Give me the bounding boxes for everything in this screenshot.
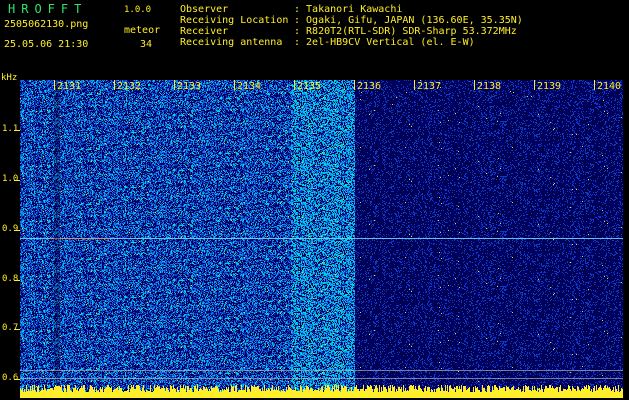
location-key: Receiving Location [180, 15, 289, 26]
observer-key: Observer [180, 4, 229, 15]
y-tick-mark [14, 379, 20, 380]
x-tick-mark [234, 80, 235, 90]
x-tick-label: 2138 [477, 81, 502, 92]
antenna-key: Receiving antenna [180, 37, 283, 48]
meteor-count: 34 [139, 39, 152, 50]
x-tick-label: 2137 [417, 81, 442, 92]
y-tick-mark [14, 230, 20, 231]
x-tick-mark [414, 80, 415, 90]
receiver-row: Receiver : R820T2(RTL-SDR) SDR-Sharp 53.… [180, 26, 523, 37]
spectrogram [20, 80, 623, 398]
x-tick-label: 2133 [177, 81, 202, 92]
x-tick-mark [54, 80, 55, 90]
x-tick-label: 2132 [117, 81, 142, 92]
y-tick-label: 0.6 [2, 373, 19, 383]
x-tick-mark [534, 80, 535, 90]
station-info: Observer : Takanori Kawachi Receiving Lo… [180, 4, 523, 48]
y-tick-label: 0.8 [2, 274, 19, 284]
antenna-row: Receiving antenna : 2el-HB9CV Vertical (… [180, 37, 523, 48]
y-axis-unit: kHz [1, 73, 18, 83]
location-value: : Ogaki, Gifu, JAPAN (136.60E, 35.35N) [294, 15, 523, 26]
x-tick-mark [354, 80, 355, 90]
location-row: Receiving Location : Ogaki, Gifu, JAPAN … [180, 15, 523, 26]
x-tick-label: 2131 [57, 81, 82, 92]
y-tick-mark [14, 329, 20, 330]
x-tick-label: 2134 [237, 81, 262, 92]
antenna-value: : 2el-HB9CV Vertical (el. E-W) [294, 37, 475, 48]
hrofft-window: HROFFT 1.0.0 2505062130.png 25.05.06 21:… [0, 0, 629, 400]
app-logo: HROFFT [8, 2, 88, 16]
app-version: 1.0.0 [124, 5, 152, 15]
x-tick-label: 2135 [297, 81, 322, 92]
y-tick-label: 1.0 [2, 174, 19, 184]
y-tick-label: 1.1 [2, 124, 19, 134]
x-tick-mark [174, 80, 175, 90]
observer-value: : Takanori Kawachi [294, 4, 403, 15]
image-timestamp: 25.05.06 21:30 [4, 39, 89, 50]
x-tick-mark [294, 80, 295, 90]
x-tick-label: 2136 [357, 81, 382, 92]
y-tick-mark [14, 180, 20, 181]
y-tick-label: 0.9 [2, 224, 19, 234]
y-tick-mark [14, 130, 20, 131]
spectrogram-canvas [20, 80, 623, 398]
x-tick-mark [594, 80, 595, 90]
y-tick-mark [14, 280, 20, 281]
x-tick-label: 2139 [537, 81, 562, 92]
image-filename: 2505062130.png [4, 19, 89, 30]
meteor-label: meteor [124, 25, 161, 36]
x-tick-mark [114, 80, 115, 90]
receiver-value: : R820T2(RTL-SDR) SDR-Sharp 53.372MHz [294, 26, 517, 37]
observer-row: Observer : Takanori Kawachi [180, 4, 523, 15]
x-tick-label: 2140 [597, 81, 622, 92]
x-tick-mark [474, 80, 475, 90]
receiver-key: Receiver [180, 26, 229, 37]
y-tick-label: 0.7 [2, 323, 19, 333]
